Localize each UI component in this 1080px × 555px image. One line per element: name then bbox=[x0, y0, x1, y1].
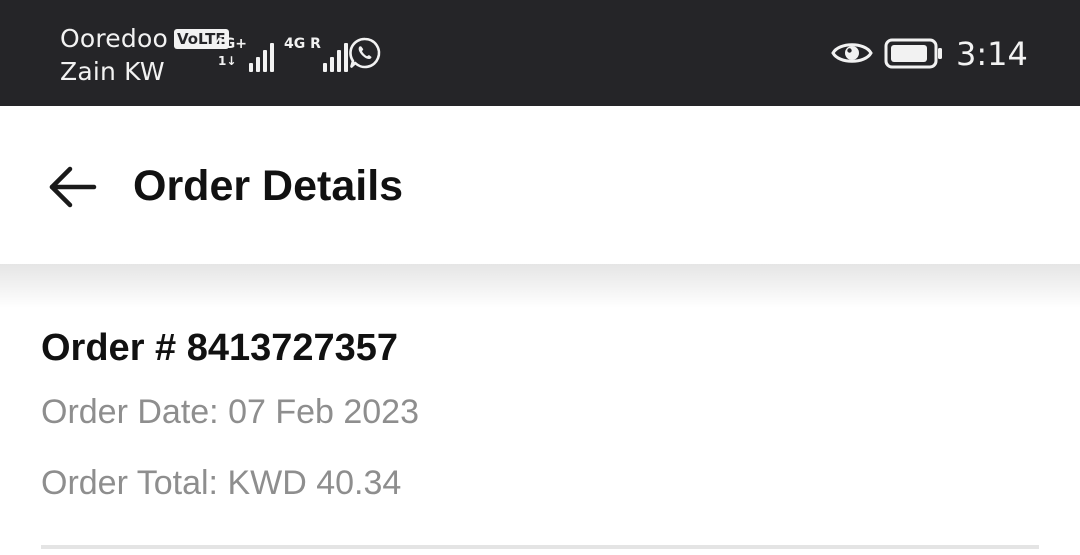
order-number: Order # 8413727357 bbox=[41, 327, 399, 369]
carrier-name-1: Ooredoo bbox=[60, 24, 168, 53]
signal-icon bbox=[248, 38, 274, 72]
carrier-line-2: Zain KW bbox=[60, 55, 229, 88]
battery-icon bbox=[884, 38, 942, 69]
carrier-info: Ooredoo VoLTE Zain KW bbox=[60, 22, 229, 88]
sim2-signal: 4G R bbox=[284, 34, 348, 72]
sim2-network-type: 4G R bbox=[284, 36, 321, 52]
order-date: Order Date: 07 Feb 2023 bbox=[41, 393, 420, 431]
app-bar: Order Details bbox=[0, 106, 1080, 264]
status-bar-clock: 3:14 bbox=[956, 35, 1028, 73]
sim1-signal: 4G+ 1↓ bbox=[214, 34, 274, 72]
order-summary: Order # 8413727357 Order Date: 07 Feb 20… bbox=[0, 264, 1080, 555]
sim1-network-type: 4G+ bbox=[214, 36, 247, 52]
whatsapp-icon bbox=[349, 37, 381, 69]
eye-icon bbox=[831, 43, 873, 63]
status-bar: Ooredoo VoLTE Zain KW 4G+ 1↓ 4G R 3:14 bbox=[0, 0, 1080, 106]
order-total: Order Total: KWD 40.34 bbox=[41, 464, 402, 502]
divider bbox=[41, 545, 1039, 549]
carrier-name-2: Zain KW bbox=[60, 57, 165, 86]
signal-icon bbox=[322, 38, 348, 72]
page-title: Order Details bbox=[133, 162, 404, 210]
sim1-data-activity: 1↓ bbox=[218, 54, 237, 68]
back-arrow-icon[interactable] bbox=[46, 164, 98, 210]
carrier-line-1: Ooredoo VoLTE bbox=[60, 22, 229, 55]
